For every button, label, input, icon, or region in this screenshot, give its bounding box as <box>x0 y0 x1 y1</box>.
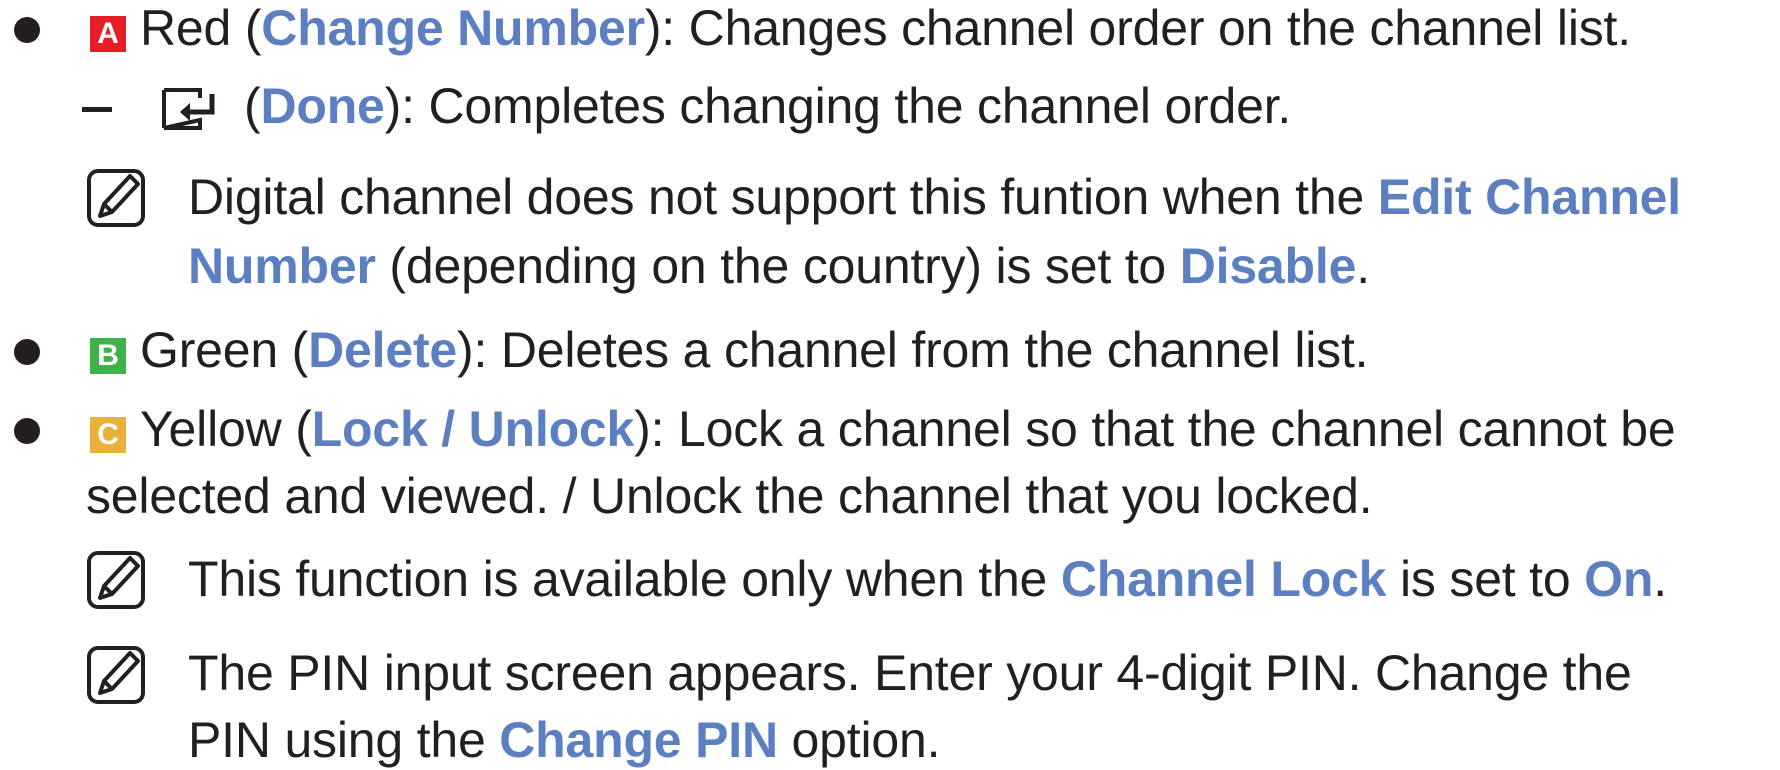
green-color-name: Green <box>140 322 278 378</box>
disable-label: Disable <box>1179 238 1357 294</box>
note-text: . <box>1356 238 1370 294</box>
red-key-item: A Red (Change Number): Changes channel or… <box>90 0 1631 58</box>
done-item: (Done): Completes changing the channel o… <box>244 76 1291 136</box>
channel-lock-label: Channel Lock <box>1060 551 1387 607</box>
note-text: This function is available only when the <box>188 551 1061 607</box>
done-label: Done <box>260 78 385 134</box>
note-pin-line1: The PIN input screen appears. Enter your… <box>188 643 1632 703</box>
yellow-description-cont: selected and viewed. / Unlock the channe… <box>86 468 1373 524</box>
note-edit-channel-line2: Number (depending on the country) is set… <box>188 236 1370 296</box>
dash-bullet <box>82 107 112 112</box>
note-text: (depending on the country) is set to <box>375 238 1180 294</box>
bullet-dot <box>14 17 40 43</box>
note-pencil-icon <box>87 169 145 227</box>
yellow-color-name: Yellow <box>140 401 282 457</box>
change-pin-label: Change PIN <box>499 712 778 768</box>
note-text: . <box>1653 551 1667 607</box>
paren-open: ( <box>231 0 262 56</box>
paren-open: ( <box>281 401 312 457</box>
note-text: Digital channel does not support this fu… <box>188 169 1378 225</box>
yellow-key-item: C Yellow (Lock / Unlock): Lock a channel … <box>90 399 1676 459</box>
paren-open: ( <box>277 322 309 378</box>
paren-open: ( <box>244 78 261 134</box>
note-channel-lock: This function is available only when the… <box>188 549 1667 609</box>
red-color-name: Red <box>140 0 232 56</box>
number-label: Number <box>188 238 376 294</box>
enter-key-icon <box>162 88 215 130</box>
note-text: is set to <box>1386 551 1585 607</box>
red-key-icon: A <box>90 16 126 52</box>
bullet-dot <box>14 418 40 444</box>
change-number-label: Change Number <box>261 0 645 56</box>
note-pencil-icon <box>87 551 145 609</box>
note-text: PIN using the <box>188 712 500 768</box>
note-text: option. <box>777 712 941 768</box>
bullet-dot <box>14 339 40 365</box>
note-edit-channel-line1: Digital channel does not support this fu… <box>188 167 1681 227</box>
green-description: ): Deletes a channel from the channel li… <box>457 322 1369 378</box>
note-pin-line2: PIN using the Change PIN option. <box>188 710 940 770</box>
green-key-icon: B <box>90 338 126 374</box>
lock-unlock-label: Lock / Unlock <box>311 401 635 457</box>
green-key-item: B Green (Delete): Deletes a channel from … <box>90 320 1369 380</box>
note-text: The PIN input screen appears. Enter your… <box>188 645 1632 701</box>
manual-page: A Red (Change Number): Changes channel or… <box>0 0 1780 770</box>
edit-channel-label: Edit Channel <box>1377 169 1681 225</box>
yellow-key-item-line2: selected and viewed. / Unlock the channe… <box>86 466 1373 526</box>
note-pencil-icon <box>87 646 145 704</box>
yellow-description: ): Lock a channel so that the channel ca… <box>634 401 1676 457</box>
yellow-key-icon: C <box>90 417 126 453</box>
red-description: ): Changes channel order on the channel … <box>644 0 1631 56</box>
on-label: On <box>1584 551 1654 607</box>
delete-label: Delete <box>308 322 457 378</box>
done-description: ): Completes changing the channel order. <box>384 78 1292 134</box>
